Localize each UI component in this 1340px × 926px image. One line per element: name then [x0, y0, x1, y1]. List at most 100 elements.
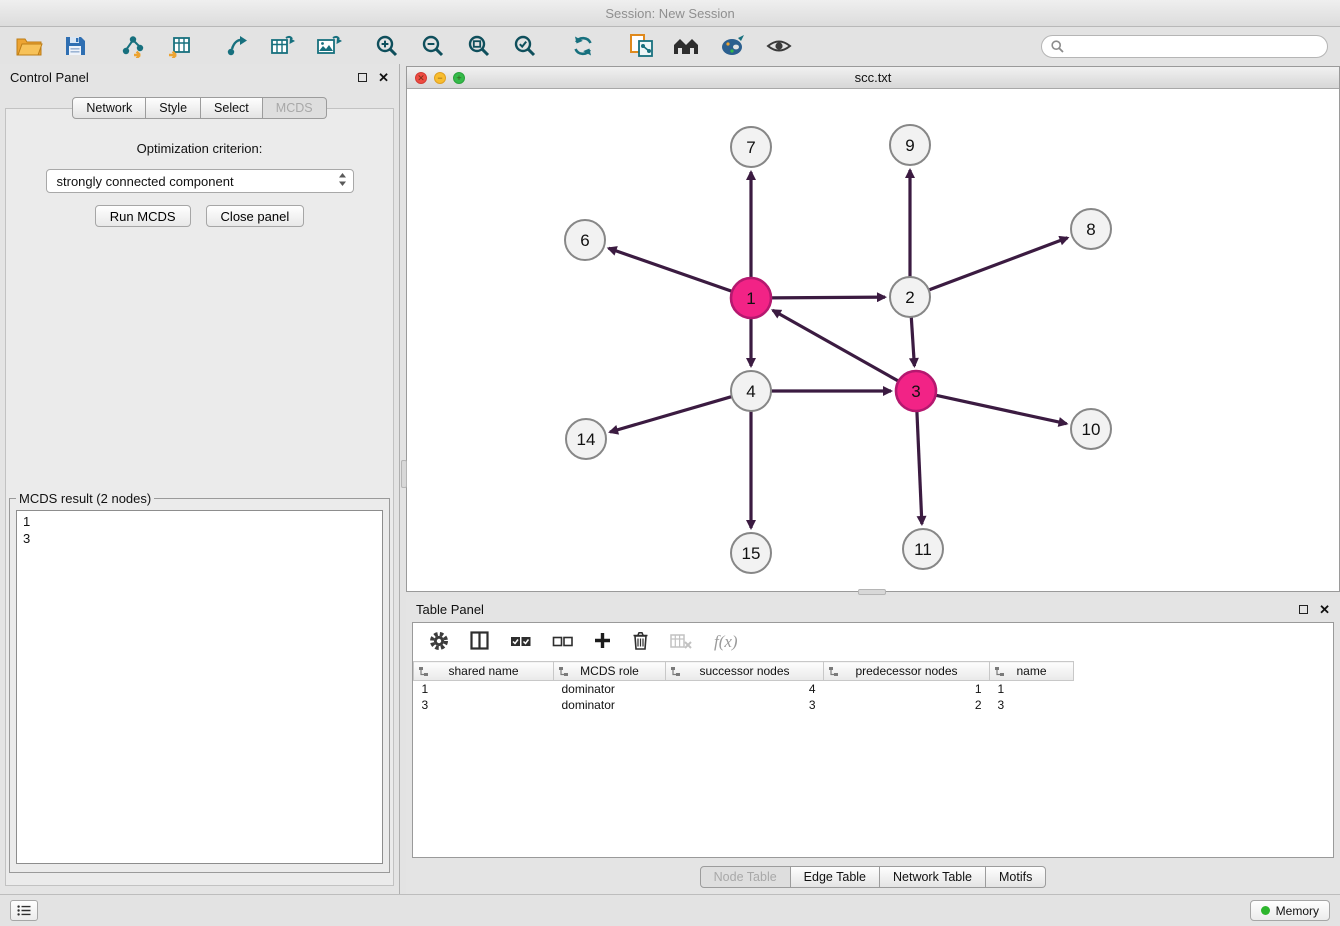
- table-tab-network-table[interactable]: Network Table: [880, 866, 986, 888]
- graph-node-8[interactable]: 8: [1071, 209, 1111, 249]
- export-network-icon: [225, 34, 249, 58]
- application-window: Session: New Session: [0, 0, 1340, 926]
- zoom-in-button[interactable]: [370, 31, 404, 61]
- create-network-view-button[interactable]: [624, 31, 658, 61]
- column-header-successor-nodes[interactable]: successor nodes: [666, 662, 824, 681]
- optimization-criterion-dropdown[interactable]: strongly connected component: [46, 169, 354, 193]
- zoom-fit-button[interactable]: [462, 31, 496, 61]
- table-tab-edge-table[interactable]: Edge Table: [791, 866, 880, 888]
- open-file-button[interactable]: [12, 31, 46, 61]
- destroy-table-button[interactable]: [670, 633, 693, 652]
- import-network-button[interactable]: [116, 31, 150, 61]
- graph-edge-1-2[interactable]: [771, 297, 885, 298]
- maximize-window-icon[interactable]: +: [453, 72, 465, 84]
- network-window-titlebar[interactable]: ✕ − + scc.txt: [407, 67, 1339, 89]
- column-header-shared-name[interactable]: shared name: [414, 662, 554, 681]
- show-columns-button[interactable]: [470, 631, 489, 653]
- close-panel-button[interactable]: Close panel: [206, 205, 305, 227]
- zoom-out-button[interactable]: [416, 31, 450, 61]
- save-floppy-icon: [64, 35, 86, 57]
- close-table-panel-icon[interactable]: ✕: [1319, 603, 1330, 616]
- graph-edge-3-1[interactable]: [773, 310, 899, 381]
- tab-network[interactable]: Network: [72, 97, 146, 119]
- graph-node-11[interactable]: 11: [903, 529, 943, 569]
- save-session-button[interactable]: [58, 31, 92, 61]
- graph-node-7[interactable]: 7: [731, 127, 771, 167]
- run-mcds-button[interactable]: Run MCDS: [95, 205, 191, 227]
- zoom-selected-icon: [513, 34, 537, 58]
- column-header-predecessor-nodes[interactable]: predecessor nodes: [824, 662, 990, 681]
- mcds-result-list[interactable]: 13: [16, 510, 383, 864]
- table-cell[interactable]: 3: [666, 697, 824, 713]
- deselect-all-rows-button[interactable]: [552, 634, 573, 651]
- table-tab-motifs[interactable]: Motifs: [986, 866, 1046, 888]
- graph-edge-4-14[interactable]: [610, 397, 732, 432]
- graph-node-1[interactable]: 1: [731, 278, 771, 318]
- paint-style-icon: [720, 34, 746, 58]
- tab-mcds[interactable]: MCDS: [263, 97, 327, 119]
- refresh-view-button[interactable]: [566, 31, 600, 61]
- table-row[interactable]: 1dominator411: [414, 681, 1074, 697]
- graph-edge-3-10[interactable]: [936, 395, 1067, 423]
- table-cell[interactable]: 1: [414, 681, 554, 697]
- mcds-result-group: MCDS result (2 nodes) 13: [9, 491, 390, 873]
- memory-button[interactable]: Memory: [1250, 900, 1330, 921]
- graph-edge-3-11[interactable]: [917, 411, 922, 524]
- float-panel-icon[interactable]: [358, 73, 367, 82]
- table-cell[interactable]: dominator: [554, 681, 666, 697]
- table-row[interactable]: 3dominator323: [414, 697, 1074, 713]
- graph-edge-2-3[interactable]: [911, 317, 914, 366]
- show-hide-graphics-button[interactable]: [762, 31, 796, 61]
- table-cell[interactable]: 3: [990, 697, 1074, 713]
- table-settings-button[interactable]: [429, 631, 449, 654]
- zoom-selected-button[interactable]: [508, 31, 542, 61]
- node-table-pane: f(x) shared nameMCDS rolesuccessor nodes…: [412, 622, 1334, 858]
- function-builder-button[interactable]: f(x): [714, 632, 738, 652]
- export-image-button[interactable]: [312, 31, 346, 61]
- float-table-panel-icon[interactable]: [1299, 605, 1308, 614]
- table-tab-node-table[interactable]: Node Table: [700, 866, 791, 888]
- column-header-name[interactable]: name: [990, 662, 1074, 681]
- table-cell[interactable]: 3: [414, 697, 554, 713]
- tab-style[interactable]: Style: [146, 97, 201, 119]
- close-window-icon[interactable]: ✕: [415, 72, 427, 84]
- graph-node-14[interactable]: 14: [566, 419, 606, 459]
- task-history-button[interactable]: [10, 900, 38, 921]
- export-table-button[interactable]: [266, 31, 300, 61]
- add-row-button[interactable]: [594, 632, 611, 652]
- minimize-window-icon[interactable]: −: [434, 72, 446, 84]
- delete-rows-button[interactable]: [632, 631, 649, 653]
- column-header-mcds-role[interactable]: MCDS role: [554, 662, 666, 681]
- table-cell[interactable]: 4: [666, 681, 824, 697]
- graph-edge-1-6[interactable]: [609, 248, 733, 291]
- search-field[interactable]: [1041, 35, 1328, 58]
- splitter-handle-vertical[interactable]: [401, 460, 407, 488]
- import-table-button[interactable]: [162, 31, 196, 61]
- close-panel-icon[interactable]: ✕: [378, 71, 389, 84]
- search-icon: [1051, 40, 1064, 53]
- graph-node-3[interactable]: 3: [896, 371, 936, 411]
- graph-node-6[interactable]: 6: [565, 220, 605, 260]
- table-cell[interactable]: 1: [824, 681, 990, 697]
- graph-node-9[interactable]: 9: [890, 125, 930, 165]
- table-cell[interactable]: 2: [824, 697, 990, 713]
- graph-node-2[interactable]: 2: [890, 277, 930, 317]
- first-neighbors-button[interactable]: [670, 31, 704, 61]
- network-graph-canvas[interactable]: 7 9 6 8 1 2 4 3 14 10 15 11: [407, 89, 1339, 591]
- graph-edge-2-8[interactable]: [929, 238, 1068, 290]
- search-input[interactable]: [1069, 39, 1318, 53]
- graph-node-4[interactable]: 4: [731, 371, 771, 411]
- control-panel-title: Control Panel: [10, 70, 89, 85]
- select-all-rows-button[interactable]: [510, 634, 531, 651]
- export-network-button[interactable]: [220, 31, 254, 61]
- tab-select[interactable]: Select: [201, 97, 263, 119]
- splitter-handle-horizontal[interactable]: [858, 589, 886, 595]
- refresh-icon: [571, 34, 595, 58]
- table-cell[interactable]: 1: [990, 681, 1074, 697]
- table-cell[interactable]: dominator: [554, 697, 666, 713]
- svg-text:3: 3: [911, 382, 920, 401]
- svg-text:15: 15: [742, 544, 761, 563]
- graph-node-15[interactable]: 15: [731, 533, 771, 573]
- graph-node-10[interactable]: 10: [1071, 409, 1111, 449]
- apply-style-button[interactable]: [716, 31, 750, 61]
